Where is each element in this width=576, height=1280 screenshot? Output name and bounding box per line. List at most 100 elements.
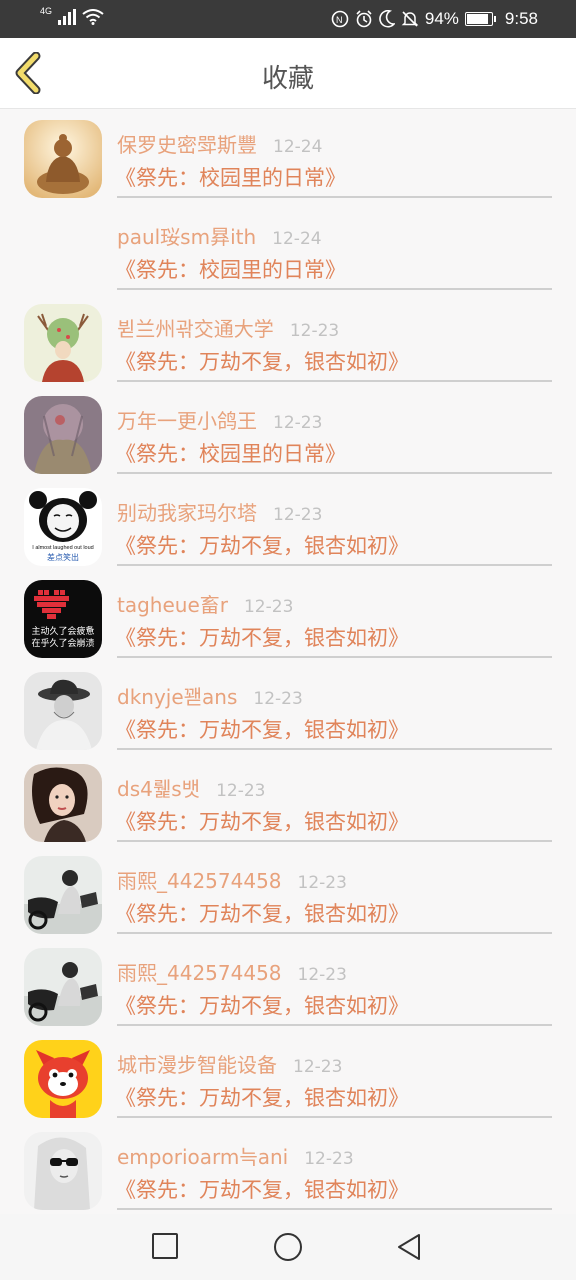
date-label: 12-23 bbox=[297, 873, 347, 893]
mute-bell-icon bbox=[401, 10, 419, 28]
divider bbox=[117, 932, 552, 934]
list-item[interactable]: 主动久了会疲惫 在乎久了会崩溃 tagheue畜r 12-23 《祭先：万劫不复，银杏… bbox=[0, 570, 576, 662]
wifi-icon bbox=[82, 9, 104, 25]
avatar[interactable] bbox=[24, 672, 102, 750]
user-name[interactable]: ds4뤭s뱃 bbox=[117, 777, 200, 801]
list-item[interactable]: paul珱sm昪ith 12-24 《祭先：校园里的日常》 bbox=[0, 202, 576, 294]
nfc-icon: N bbox=[331, 10, 349, 28]
collected-work-title[interactable]: 《祭先：万劫不复，银杏如初》 bbox=[115, 714, 409, 744]
collected-work-title[interactable]: 《祭先：万劫不复，银杏如初》 bbox=[115, 346, 409, 376]
date-label: 12-23 bbox=[273, 413, 323, 433]
avatar[interactable] bbox=[24, 764, 102, 842]
avatar[interactable] bbox=[24, 120, 102, 198]
home-circle-icon bbox=[274, 1233, 302, 1261]
collected-work-title[interactable]: 《祭先：万劫不复，银杏如初》 bbox=[115, 990, 409, 1020]
clock: 9:58 bbox=[504, 9, 538, 28]
collected-work-title[interactable]: 《祭先：万劫不复，银杏如初》 bbox=[115, 1082, 409, 1112]
avatar[interactable]: 主动久了会疲惫 在乎久了会崩溃 bbox=[24, 580, 102, 658]
favorites-list: 保罗史密斝斯豐 12-24 《祭先：校园里的日常》 paul珱sm昪ith 12-24 《… bbox=[0, 110, 576, 1214]
page-title: 收藏 bbox=[261, 64, 314, 94]
list-item[interactable]: 保罗史密斝斯豐 12-24 《祭先：校园里的日常》 bbox=[0, 110, 576, 202]
name-line: 뷛兰州곾交通大学 12-23 bbox=[117, 313, 339, 342]
avatar[interactable]: I almost laughed out loud 差点笑出 bbox=[24, 488, 102, 566]
battery-icon bbox=[464, 12, 496, 26]
avatar[interactable] bbox=[24, 396, 102, 474]
user-name[interactable]: 뷛兰州곾交通大学 bbox=[117, 317, 274, 341]
list-item[interactable]: 雨熙_442574458 12-23 《祭先：万劫不复，银杏如初》 bbox=[0, 846, 576, 938]
date-label: 12-24 bbox=[272, 229, 322, 249]
name-line: dknyje꽫ans 12-23 bbox=[117, 681, 303, 710]
date-label: 12-23 bbox=[304, 1149, 354, 1169]
divider bbox=[117, 380, 552, 382]
date-label: 12-23 bbox=[216, 781, 266, 801]
recent-apps-button[interactable] bbox=[150, 1231, 182, 1263]
name-line: 城市漫步智能设备 12-23 bbox=[117, 1049, 342, 1078]
status-left: 4G bbox=[40, 6, 104, 25]
avatar[interactable] bbox=[24, 1040, 102, 1118]
name-line: emporioarm늑ani 12-23 bbox=[117, 1141, 354, 1170]
avatar[interactable] bbox=[24, 1132, 102, 1210]
svg-text:I almost laughed out loud: I almost laughed out loud bbox=[32, 545, 93, 551]
user-name[interactable]: 雨熙_442574458 bbox=[117, 961, 282, 985]
moon-icon bbox=[379, 10, 395, 28]
user-name[interactable]: 雨熙_442574458 bbox=[117, 869, 282, 893]
divider bbox=[117, 1024, 552, 1026]
name-line: ds4뤭s뱃 12-23 bbox=[117, 773, 265, 802]
collected-work-title[interactable]: 《祭先：万劫不复，银杏如初》 bbox=[115, 622, 409, 652]
user-name[interactable]: paul珱sm昪ith bbox=[117, 225, 256, 249]
date-label: 12-23 bbox=[297, 965, 347, 985]
name-line: paul珱sm昪ith 12-24 bbox=[117, 221, 322, 250]
list-item[interactable]: ds4뤭s뱃 12-23 《祭先：万劫不复，银杏如初》 bbox=[0, 754, 576, 846]
system-back-button[interactable] bbox=[394, 1231, 426, 1263]
divider bbox=[117, 472, 552, 474]
status-right: N 94% 9:58 bbox=[331, 9, 538, 29]
name-line: 万年一更小鸽王 12-23 bbox=[117, 405, 322, 434]
list-item[interactable]: emporioarm늑ani 12-23 《祭先：万劫不复，银杏如初》 bbox=[0, 1122, 576, 1214]
name-line: 雨熙_442574458 12-23 bbox=[117, 865, 347, 894]
user-name[interactable]: 别动我家玛尔塔 bbox=[117, 501, 257, 525]
name-line: tagheue畜r 12-23 bbox=[117, 589, 293, 618]
avatar[interactable] bbox=[24, 856, 102, 934]
divider bbox=[117, 748, 552, 750]
svg-text:在乎久了会崩溃: 在乎久了会崩溃 bbox=[31, 637, 94, 649]
svg-text:差点笑出: 差点笑出 bbox=[47, 552, 79, 562]
network-type: 4G bbox=[40, 6, 53, 16]
user-name[interactable]: 万年一更小鸽王 bbox=[117, 409, 257, 433]
list-item[interactable]: 雨熙_442574458 12-23 《祭先：万劫不复，银杏如初》 bbox=[0, 938, 576, 1030]
svg-text:N: N bbox=[336, 15, 343, 25]
name-line: 雨熙_442574458 12-23 bbox=[117, 957, 347, 986]
avatar[interactable] bbox=[24, 304, 102, 382]
collected-work-title[interactable]: 《祭先：万劫不复，银杏如初》 bbox=[115, 530, 409, 560]
avatar[interactable] bbox=[24, 948, 102, 1026]
divider bbox=[117, 840, 552, 842]
battery-fill bbox=[466, 14, 488, 24]
user-name[interactable]: tagheue畜r bbox=[117, 593, 228, 617]
home-button[interactable] bbox=[272, 1231, 304, 1263]
collected-work-title[interactable]: 《祭先：万劫不复，银杏如初》 bbox=[115, 898, 409, 928]
collected-work-title[interactable]: 《祭先：万劫不复，银杏如初》 bbox=[115, 1174, 409, 1204]
list-item[interactable]: 뷛兰州곾交通大学 12-23 《祭先：万劫不复，银杏如初》 bbox=[0, 294, 576, 386]
user-name[interactable]: dknyje꽫ans bbox=[117, 685, 237, 709]
svg-text:主动久了会疲惫: 主动久了会疲惫 bbox=[31, 625, 94, 637]
list-item[interactable]: I almost laughed out loud 差点笑出 别动我家玛尔塔 12-… bbox=[0, 478, 576, 570]
user-name[interactable]: emporioarm늑ani bbox=[117, 1145, 288, 1169]
name-line: 保罗史密斝斯豐 12-24 bbox=[117, 129, 322, 158]
list-item[interactable]: dknyje꽫ans 12-23 《祭先：万劫不复，银杏如初》 bbox=[0, 662, 576, 754]
user-name[interactable]: 城市漫步智能设备 bbox=[117, 1053, 277, 1077]
list-item[interactable]: 城市漫步智能设备 12-23 《祭先：万劫不复，银杏如初》 bbox=[0, 1030, 576, 1122]
signal-icon bbox=[58, 9, 77, 25]
status-bar: 4G N 94% 9:58 bbox=[0, 0, 576, 38]
date-label: 12-23 bbox=[243, 597, 294, 617]
list-item[interactable]: 万年一更小鸽王 12-23 《祭先：校园里的日常》 bbox=[0, 386, 576, 478]
divider bbox=[117, 564, 552, 566]
date-label: 12-23 bbox=[293, 1057, 343, 1077]
collected-work-title[interactable]: 《祭先：万劫不复，银杏如初》 bbox=[115, 806, 409, 836]
date-label: 12-23 bbox=[253, 689, 303, 709]
divider bbox=[117, 288, 552, 290]
name-line: 别动我家玛尔塔 12-23 bbox=[117, 497, 322, 526]
user-name[interactable]: 保罗史密斝斯豐 bbox=[117, 133, 257, 157]
collected-work-title[interactable]: 《祭先：校园里的日常》 bbox=[115, 438, 346, 468]
battery-percent: 94% bbox=[424, 9, 459, 28]
collected-work-title[interactable]: 《祭先：校园里的日常》 bbox=[115, 254, 346, 284]
collected-work-title[interactable]: 《祭先：校园里的日常》 bbox=[115, 162, 346, 192]
